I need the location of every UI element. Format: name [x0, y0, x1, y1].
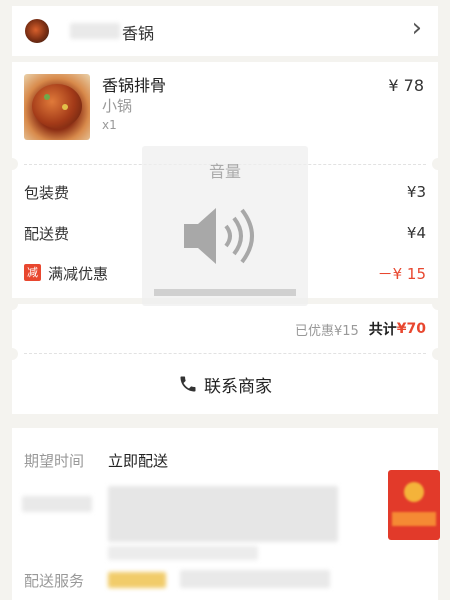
- time-value: 立即配送: [108, 452, 169, 470]
- red-envelope-seal: [404, 482, 424, 502]
- volume-title: 音量: [208, 162, 241, 181]
- service-label: 配送服务: [24, 572, 85, 590]
- order-item-card: 香锅排骨 小锅 x1 ¥ 78: [12, 62, 438, 158]
- fee-label: 配送费: [24, 224, 70, 243]
- fee-value: ¥4: [406, 224, 426, 242]
- address-label-blurred: [22, 496, 92, 512]
- service-text-blurred: [180, 570, 330, 588]
- discount-badge: 减: [24, 264, 41, 281]
- contact-merchant-button[interactable]: 联系商家: [6, 348, 444, 414]
- shop-name-blurred: [70, 23, 120, 39]
- fee-label: 包装费: [24, 183, 70, 202]
- address-blurred: [108, 486, 338, 542]
- discount-label: 满减优惠: [48, 264, 109, 283]
- saved-amount: 已优惠¥15: [294, 323, 359, 339]
- item-quantity: x1: [102, 118, 117, 132]
- time-label: 期望时间: [24, 452, 85, 470]
- delivery-card: 期望时间 立即配送 配送服务: [12, 428, 438, 600]
- speaker-icon: [184, 208, 254, 264]
- item-name: 香锅排骨: [102, 76, 167, 95]
- red-envelope-button[interactable]: [388, 470, 440, 540]
- contact-label: 联系商家: [204, 376, 272, 397]
- fee-value: ¥3: [406, 183, 426, 201]
- discount-value: －¥ 15: [377, 264, 426, 283]
- item-spec: 小锅: [102, 97, 133, 115]
- phone-icon: [180, 376, 196, 392]
- chevron-right-icon[interactable]: ›: [412, 15, 422, 41]
- shop-name: 香锅: [122, 24, 155, 43]
- total-label: 共计: [368, 322, 397, 338]
- summary-card: 已优惠¥15 共计 ¥70: [6, 298, 444, 354]
- address-blurred-line2: [108, 546, 258, 560]
- red-envelope-band: [392, 512, 436, 526]
- item-price: ¥ 78: [388, 76, 424, 95]
- volume-overlay: 音量: [142, 146, 308, 306]
- shop-logo: [25, 19, 49, 43]
- total-amount: ¥70: [396, 321, 426, 337]
- service-badge-blurred: [108, 572, 166, 588]
- food-image: [24, 74, 90, 140]
- volume-level-bar: [154, 289, 296, 296]
- shop-card[interactable]: 香锅 ›: [12, 6, 438, 56]
